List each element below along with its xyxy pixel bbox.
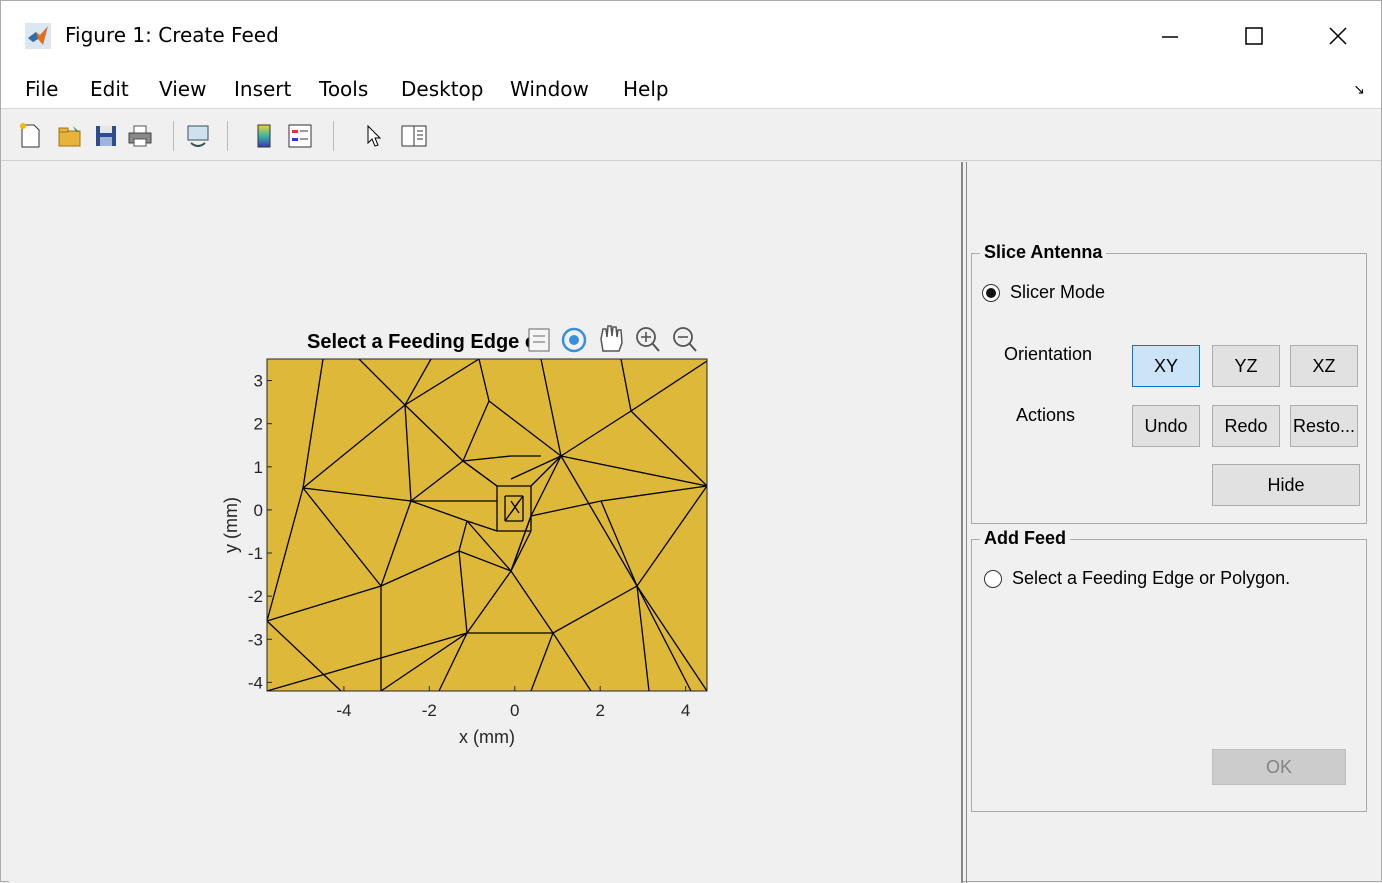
y-tick-label: 1: [254, 458, 263, 477]
x-axis-label: x (mm): [459, 727, 515, 747]
pan-icon[interactable]: [600, 325, 623, 352]
x-tick-label: -4: [336, 701, 351, 720]
y-axis-label: y (mm): [221, 497, 241, 553]
orientation-yz-button[interactable]: YZ: [1212, 345, 1280, 387]
slicer-mode-label: Slicer Mode: [1010, 282, 1106, 302]
control-panel: Slice Antenna Slicer Mode Orientation XY…: [969, 162, 1381, 883]
rotate-3d-icon[interactable]: [561, 327, 587, 353]
y-tick-label: 2: [254, 415, 263, 434]
maximize-button[interactable]: [1231, 13, 1277, 59]
add-feed-group: Add Feed Select a Feeding Edge or Polygo…: [971, 528, 1367, 812]
brush-data-icon[interactable]: [528, 328, 550, 352]
x-tick-label: -2: [422, 701, 437, 720]
restore-button[interactable]: Resto...: [1290, 405, 1358, 447]
zoom-in-icon[interactable]: [636, 327, 660, 352]
y-tick-label: 3: [254, 372, 263, 391]
ok-button: OK: [1212, 749, 1346, 785]
mesh-plot[interactable]: -4 -2 0 2 4 3 2 1 0 -1 -2 -3 -4 x (mm) y (mm): [1, 1, 961, 883]
select-feeding-edge-radio[interactable]: Select a Feeding Edge or Polygon.: [984, 568, 1290, 589]
actions-label: Actions: [1016, 405, 1076, 425]
slice-antenna-title: Slice Antenna: [980, 242, 1107, 263]
dock-arrow-icon[interactable]: ↘: [1353, 81, 1365, 98]
y-tick-label: -4: [248, 673, 263, 692]
panel-splitter[interactable]: [961, 162, 967, 883]
maximize-icon: [1245, 27, 1263, 45]
close-button[interactable]: [1315, 13, 1361, 59]
minimize-icon: [1162, 36, 1178, 38]
y-tick-label: -2: [248, 587, 263, 606]
close-icon: [1329, 27, 1347, 45]
orientation-xz-button[interactable]: XZ: [1290, 345, 1358, 387]
zoom-out-icon[interactable]: [673, 327, 697, 352]
y-tick-label: 0: [254, 501, 263, 520]
select-feeding-edge-label: Select a Feeding Edge or Polygon.: [1012, 568, 1291, 588]
x-tick-label: 0: [510, 701, 519, 720]
hide-button[interactable]: Hide: [1212, 464, 1360, 506]
orientation-xy-button[interactable]: XY: [1132, 345, 1200, 387]
orientation-label: Orientation: [1004, 344, 1093, 364]
add-feed-title: Add Feed: [980, 528, 1071, 549]
undo-button[interactable]: Undo: [1132, 405, 1200, 447]
x-tick-label: 4: [681, 701, 690, 720]
y-tick-label: -1: [248, 544, 263, 563]
minimize-button[interactable]: [1147, 13, 1193, 59]
slicer-mode-radio-indicator[interactable]: [982, 283, 1000, 302]
y-tick-label: -3: [248, 630, 263, 649]
select-feeding-edge-radio-indicator[interactable]: [984, 569, 1002, 588]
slicer-mode-radio[interactable]: Slicer Mode: [982, 282, 1105, 303]
figure-window: Figure 1: Create Feed File Edit View Ins…: [0, 0, 1382, 883]
slice-antenna-group: Slice Antenna Slicer Mode Orientation XY…: [971, 242, 1367, 524]
redo-button[interactable]: Redo: [1212, 405, 1280, 447]
axes-title: Select a Feeding Edge or Polygon.: [307, 331, 529, 353]
axes-toolbar: [521, 321, 707, 357]
x-tick-label: 2: [595, 701, 604, 720]
